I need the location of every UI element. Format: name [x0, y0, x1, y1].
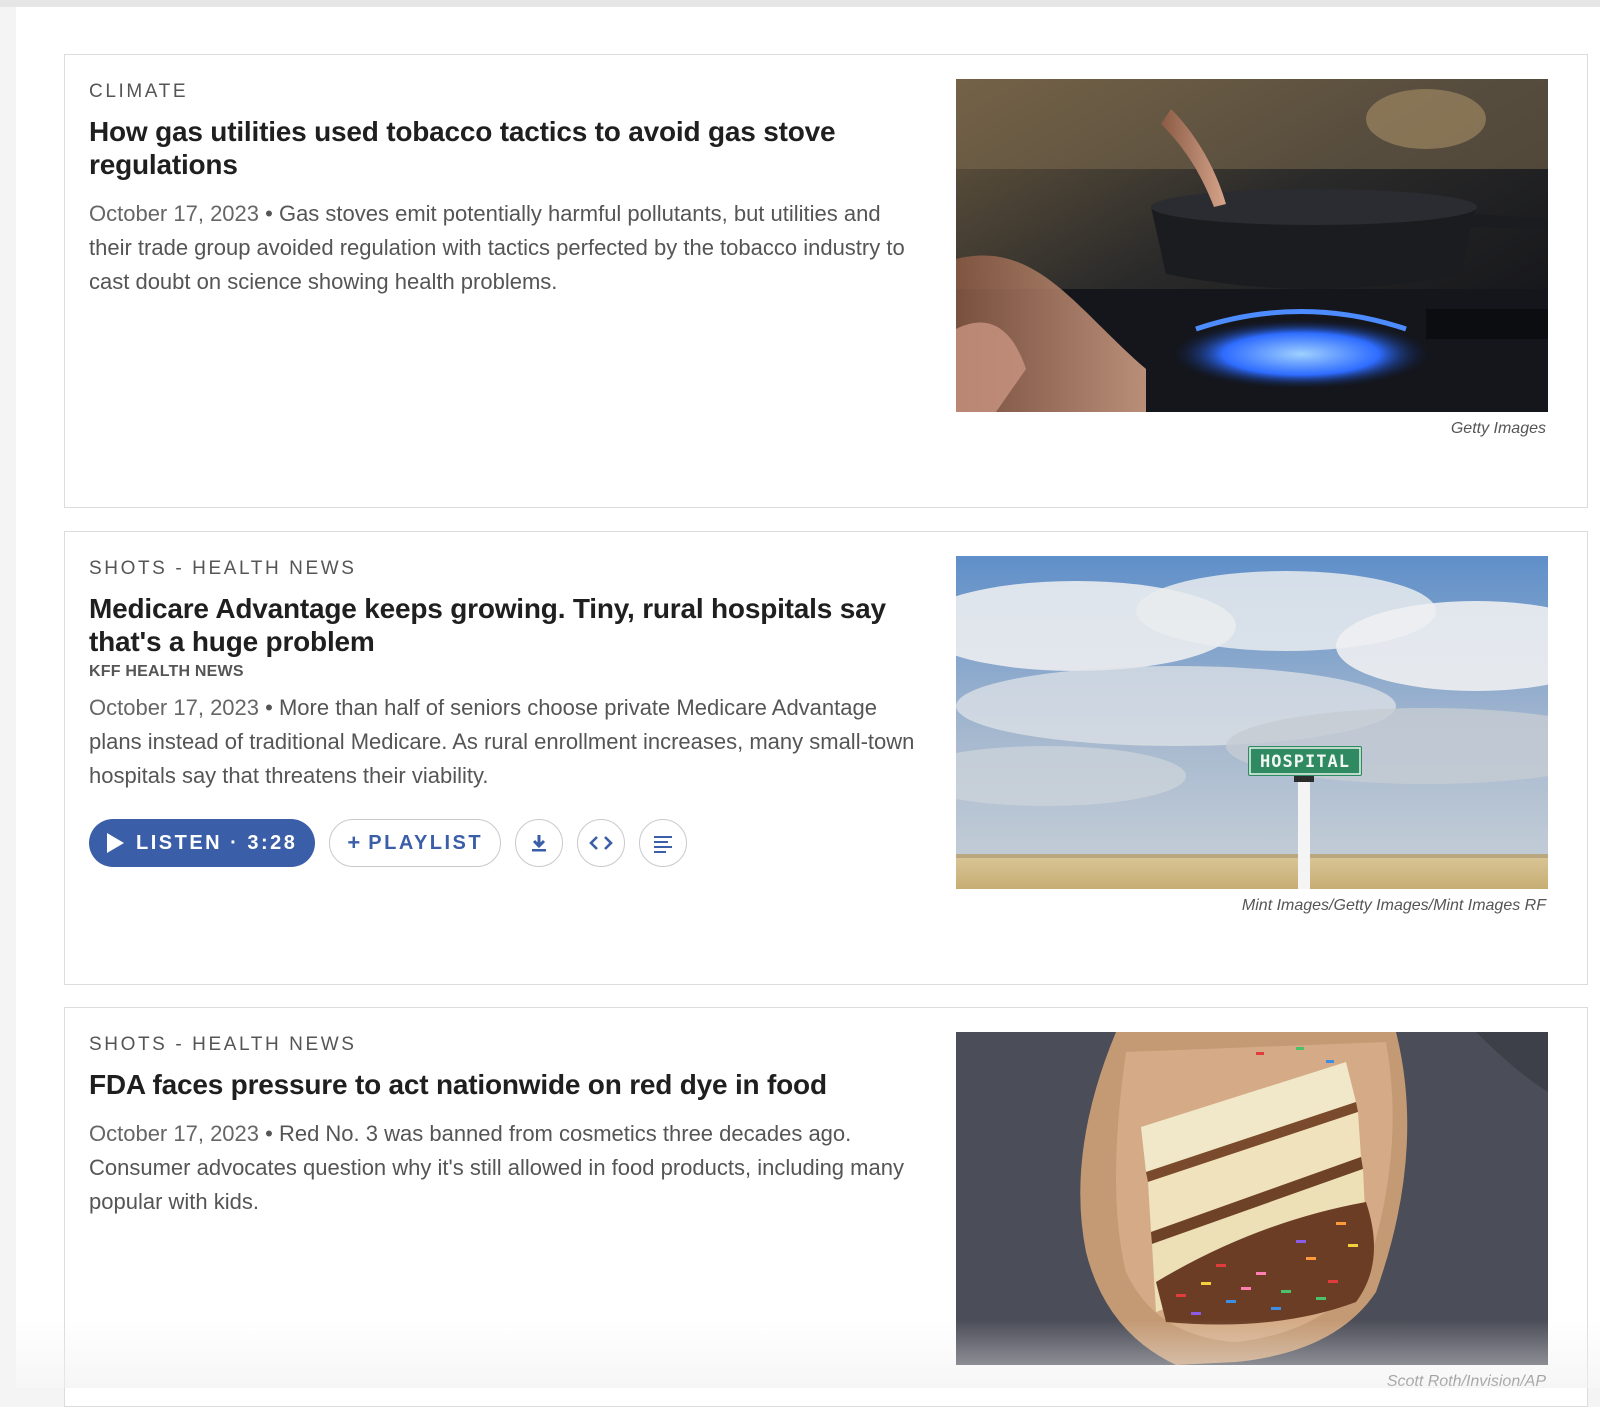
story-card: SHOTS - HEALTH NEWS FDA faces pressure t… [64, 1007, 1588, 1407]
story-image-hospital-sign[interactable]: HOSPITAL [956, 556, 1548, 889]
hospital-sign-text: HOSPITAL [1260, 752, 1350, 772]
story-teaser: October 17, 2023 • More than half of sen… [89, 695, 915, 788]
image-credit: Mint Images/Getty Images/Mint Images RF [1241, 897, 1546, 914]
story-date: October 17, 2023 [89, 1121, 260, 1146]
embed-icon [589, 836, 613, 850]
story-byline: KFF HEALTH NEWS [89, 663, 244, 680]
story-image-gas-stove[interactable] [956, 79, 1548, 412]
story-title[interactable]: Medicare Advantage keeps growing. Tiny, … [89, 592, 929, 658]
story-teaser: October 17, 2023 • Gas stoves emit poten… [89, 201, 905, 294]
browser-top-strip [0, 0, 1600, 7]
story-slug[interactable]: SHOTS - HEALTH NEWS [89, 558, 929, 580]
story-slug[interactable]: CLIMATE [89, 81, 929, 103]
story-teaser: October 17, 2023 • Red No. 3 was banned … [89, 1121, 904, 1214]
playlist-label: PLAYLIST [368, 831, 484, 854]
story-date: October 17, 2023 [89, 201, 260, 226]
listen-button[interactable]: LISTEN · 3:28 [89, 819, 316, 867]
listen-label: LISTEN · 3:28 [136, 831, 298, 854]
plus-icon: + [347, 830, 361, 855]
download-icon [532, 835, 547, 852]
audio-controls: LISTEN · 3:28 + PLAYLIST [89, 819, 929, 867]
story-image-cake[interactable] [956, 1032, 1548, 1365]
story-date: October 17, 2023 [89, 695, 260, 720]
story-slug[interactable]: SHOTS - HEALTH NEWS [89, 1034, 929, 1056]
story-text: SHOTS - HEALTH NEWS FDA faces pressure t… [89, 1032, 929, 1219]
story-card: SHOTS - HEALTH NEWS Medicare Advantage k… [64, 531, 1588, 985]
embed-button[interactable] [577, 819, 626, 867]
download-button[interactable] [515, 819, 564, 867]
image-credit: Scott Roth/Invision/AP [1386, 1373, 1546, 1390]
transcript-icon [654, 836, 673, 853]
story-card: CLIMATE How gas utilities used tobacco t… [64, 54, 1588, 508]
story-title[interactable]: FDA faces pressure to act nationwide on … [89, 1068, 929, 1101]
play-icon [107, 833, 124, 853]
story-text: CLIMATE How gas utilities used tobacco t… [89, 79, 929, 299]
transcript-button[interactable] [639, 819, 688, 867]
story-title[interactable]: How gas utilities used tobacco tactics t… [89, 115, 929, 181]
add-to-playlist-button[interactable]: + PLAYLIST [329, 819, 502, 867]
story-text: SHOTS - HEALTH NEWS Medicare Advantage k… [89, 556, 929, 867]
image-credit: Getty Images [1450, 420, 1546, 437]
story-list: CLIMATE How gas utilities used tobacco t… [16, 7, 1600, 1407]
